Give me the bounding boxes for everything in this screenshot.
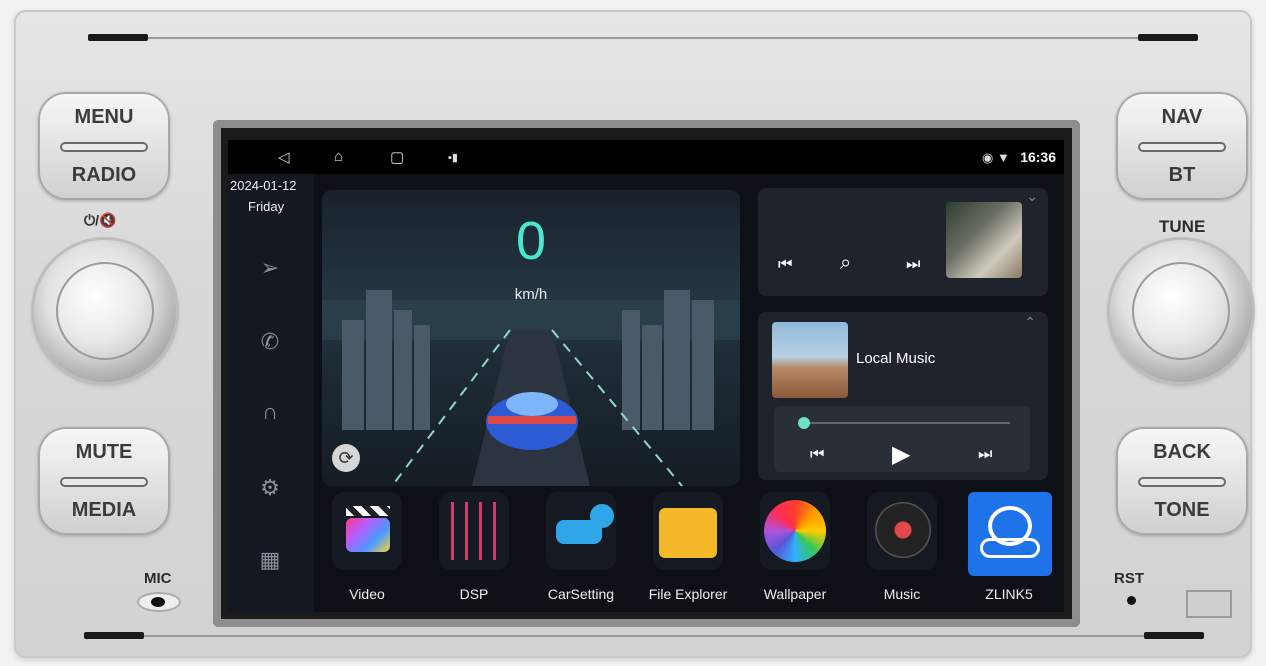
music-album-art bbox=[772, 322, 848, 398]
radio-panel[interactable]: ⌄ ⏮ ⌕ ⏭ bbox=[758, 188, 1048, 296]
zlink-car-icon bbox=[968, 492, 1052, 576]
bottom-slot-right bbox=[1144, 632, 1204, 639]
power-mute-label: ⏻/🔇 bbox=[84, 212, 117, 228]
folder-icon bbox=[653, 492, 723, 570]
speed-value: 0 bbox=[515, 211, 547, 271]
music-progress-track[interactable] bbox=[804, 422, 1010, 424]
search-icon[interactable]: ⌕ bbox=[840, 252, 851, 275]
next-icon[interactable]: ⏭ bbox=[906, 256, 920, 274]
collapse-chevron-icon[interactable]: ⌄ bbox=[1026, 188, 1038, 205]
recents-square-icon[interactable]: ▢ bbox=[390, 148, 404, 166]
date-label: 2024-01-12 bbox=[230, 178, 297, 193]
navigation-icon[interactable]: ➢ bbox=[254, 252, 286, 284]
button-divider bbox=[60, 142, 148, 152]
app-carsetting-label: CarSetting bbox=[547, 586, 615, 602]
expand-chevron-icon[interactable]: ⌃ bbox=[1024, 314, 1036, 331]
status-time: 16:36 bbox=[1020, 149, 1056, 165]
tone-label: TONE bbox=[1154, 499, 1210, 521]
top-slot-line bbox=[148, 37, 1138, 39]
status-bar: ◁ ⌂ ▢ ▪▮ ◉ ▼ 16:36 bbox=[228, 140, 1064, 174]
app-dsp-label: DSP bbox=[459, 586, 489, 602]
equalizer-icon bbox=[439, 492, 509, 570]
media-label: MEDIA bbox=[71, 499, 137, 521]
music-play-icon[interactable]: ▶ bbox=[892, 440, 910, 469]
button-divider bbox=[60, 477, 148, 487]
back-triangle-icon[interactable]: ◁ bbox=[278, 148, 290, 166]
mute-media-button[interactable]: MUTE MEDIA bbox=[38, 427, 170, 535]
bt-label: BT bbox=[1168, 164, 1196, 186]
app-zlink5-label: ZLINK5 bbox=[985, 586, 1033, 602]
tune-knob[interactable] bbox=[1110, 240, 1252, 382]
app-video-label: Video bbox=[349, 586, 385, 602]
music-title: Local Music bbox=[856, 350, 936, 367]
bluetooth-headphones-icon[interactable]: ∩ bbox=[254, 396, 286, 428]
volume-knob[interactable] bbox=[34, 240, 176, 382]
back-label: BACK bbox=[1153, 441, 1211, 463]
local-music-panel[interactable]: ⌃ Local Music ⏮ ▶ ⏭ bbox=[758, 312, 1048, 480]
top-slot-right bbox=[1138, 34, 1198, 41]
prev-icon[interactable]: ⏮ bbox=[778, 256, 792, 274]
home-icon[interactable]: ⌂ bbox=[334, 148, 343, 165]
car-gear-icon bbox=[546, 492, 616, 570]
album-art-thumbnail bbox=[946, 202, 1022, 278]
app-wallpaper-label: Wallpaper bbox=[763, 586, 827, 602]
music-prev-icon[interactable]: ⏮ bbox=[810, 446, 824, 464]
speed-dashboard[interactable]: 0 km/h ⟳ bbox=[322, 190, 740, 486]
bottom-slot-line bbox=[144, 635, 1144, 637]
android-screen: ◁ ⌂ ▢ ▪▮ ◉ ▼ 16:36 2024-01-12 Friday ➢ ✆… bbox=[228, 140, 1064, 612]
button-divider bbox=[1138, 142, 1226, 152]
app-music-label: Music bbox=[883, 586, 921, 602]
mic-label: MIC bbox=[144, 570, 172, 587]
notification-icons: ▪▮ bbox=[448, 152, 458, 164]
music-next-icon[interactable]: ⏭ bbox=[978, 446, 992, 464]
back-tone-button[interactable]: BACK TONE bbox=[1116, 427, 1248, 535]
menu-radio-button[interactable]: MENU RADIO bbox=[38, 92, 170, 200]
app-file-explorer-label: File Explorer bbox=[648, 586, 728, 602]
tune-label: TUNE bbox=[1159, 217, 1206, 236]
phone-icon[interactable]: ✆ bbox=[254, 326, 286, 358]
mic-hole bbox=[137, 592, 181, 612]
settings-gear-icon[interactable]: ⚙ bbox=[254, 472, 286, 504]
sd-card-slot[interactable] bbox=[1186, 590, 1232, 618]
mute-label: MUTE bbox=[75, 441, 133, 463]
location-wifi-icons: ◉ ▼ bbox=[982, 150, 1010, 165]
bottom-slot-left bbox=[84, 632, 144, 639]
menu-label: MENU bbox=[74, 106, 134, 128]
top-slot-left bbox=[88, 34, 148, 41]
color-wheel-icon bbox=[760, 492, 830, 570]
video-clapper-icon bbox=[332, 492, 402, 570]
day-label: Friday bbox=[248, 199, 285, 214]
speed-unit: km/h bbox=[514, 286, 548, 303]
button-divider bbox=[1138, 477, 1226, 487]
apps-grid-icon[interactable]: ▦ bbox=[254, 544, 286, 576]
vinyl-record-icon bbox=[867, 492, 937, 570]
nav-bt-button[interactable]: NAV BT bbox=[1116, 92, 1248, 200]
music-progress-knob[interactable] bbox=[798, 417, 810, 429]
rst-hole[interactable] bbox=[1127, 596, 1136, 605]
radio-label: RADIO bbox=[71, 164, 137, 186]
rst-label: RST bbox=[1114, 570, 1144, 587]
nav-label: NAV bbox=[1161, 106, 1203, 128]
refresh-icon[interactable]: ⟳ bbox=[332, 444, 360, 472]
